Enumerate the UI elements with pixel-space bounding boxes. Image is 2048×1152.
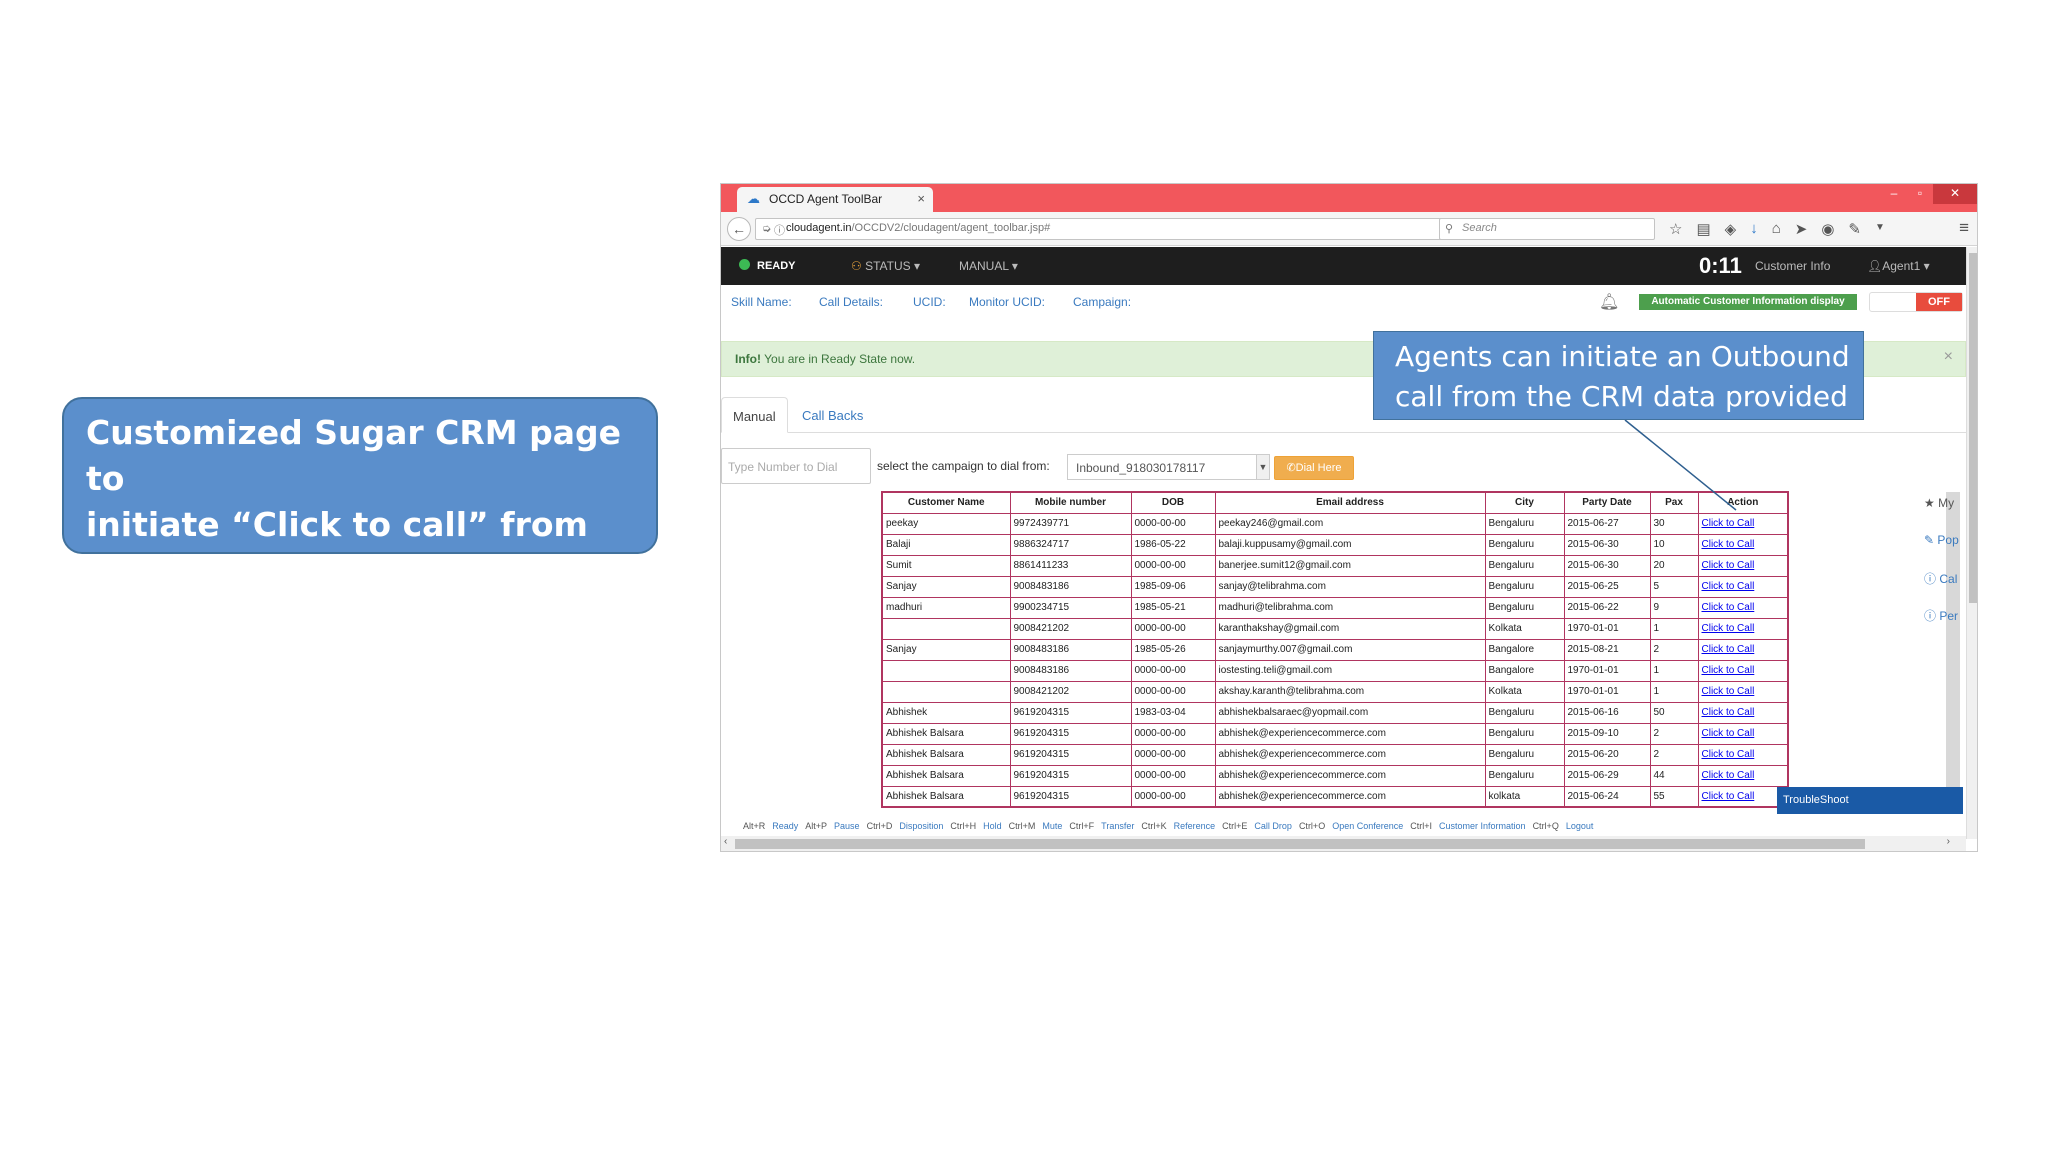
right-callout-box: Agents can initiate an Outbound call fro… <box>1373 331 1864 420</box>
callout-connector <box>1624 419 1737 511</box>
right-callout-line-1: Agents can initiate an Outbound <box>1395 340 1850 373</box>
right-callout-line-2: call from the CRM data provided <box>1395 380 1848 413</box>
